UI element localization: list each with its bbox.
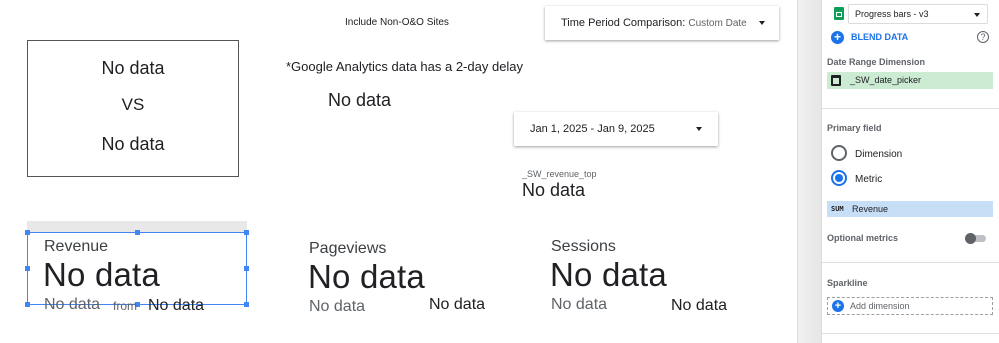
metric-chip[interactable]: SUM Revenue bbox=[827, 201, 993, 217]
resize-handle[interactable] bbox=[25, 230, 30, 235]
scorecard-from-label: from bbox=[113, 299, 137, 313]
date-range-dimension-chip[interactable]: _SW_date_picker bbox=[827, 72, 993, 89]
revenue-top-value: No data bbox=[522, 180, 586, 200]
time-period-label: Time Period Comparison bbox=[561, 17, 683, 29]
center-value: No data bbox=[328, 90, 392, 110]
chevron-down-icon bbox=[974, 13, 980, 17]
resize-handle[interactable] bbox=[25, 302, 30, 307]
time-period-comparison-dropdown[interactable]: Time Period Comparison: Custom Date bbox=[545, 6, 779, 40]
radio-selected-icon bbox=[831, 170, 847, 186]
scorecard-comparison-sessions: No data bbox=[551, 296, 608, 313]
calendar-icon bbox=[831, 75, 841, 86]
blend-data-label: BLEND DATA bbox=[851, 32, 909, 42]
sheets-icon bbox=[834, 7, 844, 20]
resize-handle[interactable] bbox=[25, 266, 30, 271]
divider bbox=[822, 333, 999, 334]
metric-name: Revenue bbox=[852, 204, 889, 214]
divider bbox=[822, 108, 999, 109]
sparkline-title: Sparkline bbox=[827, 278, 868, 288]
report-canvas: Include Non-O&O Sites Time Period Compar… bbox=[0, 0, 800, 343]
scorecard-comparison-pageviews: No data bbox=[309, 298, 366, 315]
add-dimension-label: Add dimension bbox=[850, 301, 910, 311]
scorecard-value-pageviews: No data bbox=[308, 258, 425, 295]
date-range-picker[interactable]: Jan 1, 2025 - Jan 9, 2025 bbox=[514, 112, 718, 146]
radio-metric-label: Metric bbox=[855, 174, 883, 185]
radio-metric[interactable]: Metric bbox=[831, 170, 921, 188]
date-range-dimension-value: _SW_date_picker bbox=[850, 75, 922, 85]
radio-dimension[interactable]: Dimension bbox=[831, 145, 921, 163]
datasource-name: Progress bars - v3 bbox=[855, 9, 929, 19]
add-dimension-button[interactable]: + Add dimension bbox=[827, 297, 993, 315]
chevron-down-icon bbox=[759, 21, 765, 25]
scorecard-previous-sessions: No data bbox=[671, 297, 728, 314]
blend-data-button[interactable]: + BLEND DATA bbox=[831, 30, 921, 45]
comparison-box: No data VS No data bbox=[27, 40, 239, 177]
compare-vs-label: VS bbox=[121, 95, 145, 114]
primary-field-title: Primary field bbox=[827, 123, 882, 133]
resize-handle[interactable] bbox=[244, 302, 249, 307]
resize-handle[interactable] bbox=[244, 266, 249, 271]
scorecard-comparison-revenue: No data bbox=[44, 296, 101, 313]
scorecard-label-pageviews: Pageviews bbox=[309, 240, 387, 257]
scorecard-label-sessions: Sessions bbox=[551, 238, 616, 255]
datasource-select[interactable]: Progress bars - v3 bbox=[848, 4, 988, 24]
date-range-value: Jan 1, 2025 - Jan 9, 2025 bbox=[530, 123, 655, 135]
resize-handle[interactable] bbox=[244, 230, 249, 235]
compare-bottom-value: No data bbox=[101, 134, 165, 154]
optional-metrics-title: Optional metrics bbox=[827, 233, 899, 243]
scorecard-value-revenue: No data bbox=[43, 256, 160, 293]
panel-gutter bbox=[797, 0, 821, 343]
scorecard-previous-pageviews: No data bbox=[429, 296, 486, 313]
properties-panel: Progress bars - v3 + BLEND DATA ? Date R… bbox=[821, 0, 999, 343]
time-period-value: Custom Date bbox=[688, 18, 747, 29]
compare-top-value: No data bbox=[101, 58, 165, 78]
delay-note: *Google Analytics data has a 2-day delay bbox=[286, 59, 524, 74]
revenue-top-label: _SW_revenue_top bbox=[522, 169, 597, 179]
add-circle-icon: + bbox=[832, 300, 844, 312]
date-range-dimension-title: Date Range Dimension bbox=[827, 57, 926, 67]
chevron-down-icon bbox=[696, 127, 702, 131]
toggle-knob bbox=[965, 233, 976, 244]
resize-handle[interactable] bbox=[135, 230, 140, 235]
add-circle-icon: + bbox=[831, 31, 844, 44]
filter-label: Include Non-O&O Sites bbox=[345, 17, 449, 28]
divider bbox=[822, 262, 999, 263]
radio-dimension-label: Dimension bbox=[855, 149, 903, 160]
scorecard-previous-revenue: No data bbox=[148, 297, 205, 314]
scorecard-value-sessions: No data bbox=[550, 256, 667, 293]
metric-aggregation: SUM bbox=[831, 205, 844, 213]
optional-metrics-toggle[interactable] bbox=[965, 233, 987, 244]
scorecard-label-revenue: Revenue bbox=[44, 238, 109, 255]
help-icon[interactable]: ? bbox=[977, 31, 989, 43]
radio-icon bbox=[831, 145, 847, 161]
